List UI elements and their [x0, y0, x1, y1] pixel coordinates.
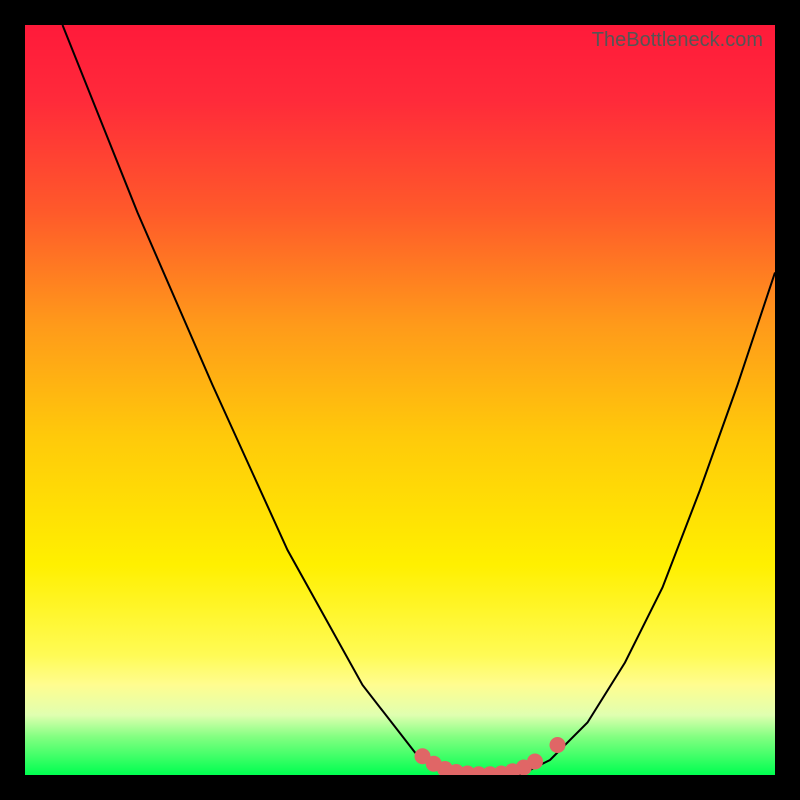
- plot-area: TheBottleneck.com: [25, 25, 775, 775]
- sweet-spot-markers: [25, 25, 775, 775]
- marker-point: [550, 737, 566, 753]
- chart-container: TheBottleneck.com: [0, 0, 800, 800]
- watermark-text: TheBottleneck.com: [592, 29, 763, 52]
- marker-point: [527, 754, 543, 770]
